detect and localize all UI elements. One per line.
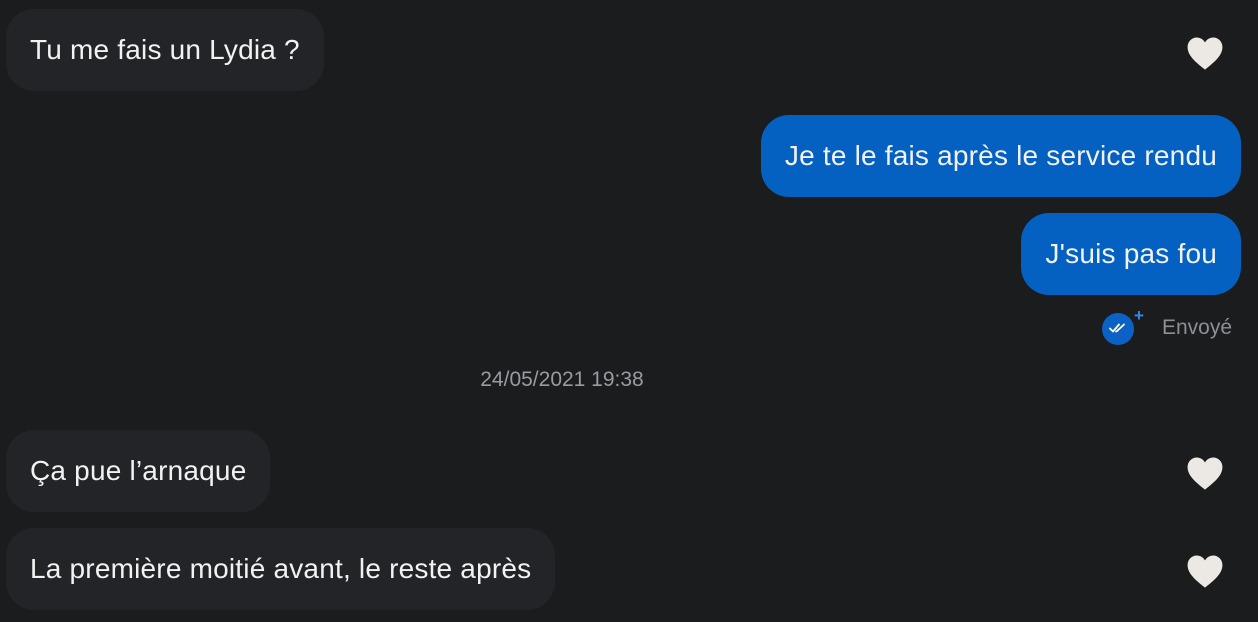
message-text: Je te le fais après le service rendu xyxy=(784,140,1217,171)
message-text: La première moitié avant, le reste après xyxy=(30,553,532,584)
like-heart-icon[interactable] xyxy=(1186,553,1224,589)
plus-icon: + xyxy=(1134,306,1144,325)
status-label: Envoyé xyxy=(1161,316,1232,339)
date-separator: 24/05/2021 19:38 xyxy=(480,368,644,391)
like-heart-icon[interactable] xyxy=(1186,455,1224,491)
message-text: J'suis pas fou xyxy=(1045,238,1217,269)
double-check-icon: + xyxy=(1101,307,1144,345)
message-text: Tu me fais un Lydia ? xyxy=(30,34,300,65)
delivery-status: + Envoyé xyxy=(1101,307,1232,345)
message-text: Ça pue l’arnaque xyxy=(30,455,247,486)
message-bubble-received[interactable]: Tu me fais un Lydia ? xyxy=(6,9,324,91)
like-heart-icon[interactable] xyxy=(1186,35,1224,71)
message-bubble-received[interactable]: Ça pue l’arnaque xyxy=(6,430,271,512)
message-bubble-sent[interactable]: J'suis pas fou xyxy=(1021,213,1241,295)
conversation: Tu me fais un Lydia ? Je te le fais aprè… xyxy=(0,0,1258,622)
message-bubble-sent[interactable]: Je te le fais après le service rendu xyxy=(760,115,1241,197)
message-bubble-received[interactable]: La première moitié avant, le reste après xyxy=(6,528,556,610)
